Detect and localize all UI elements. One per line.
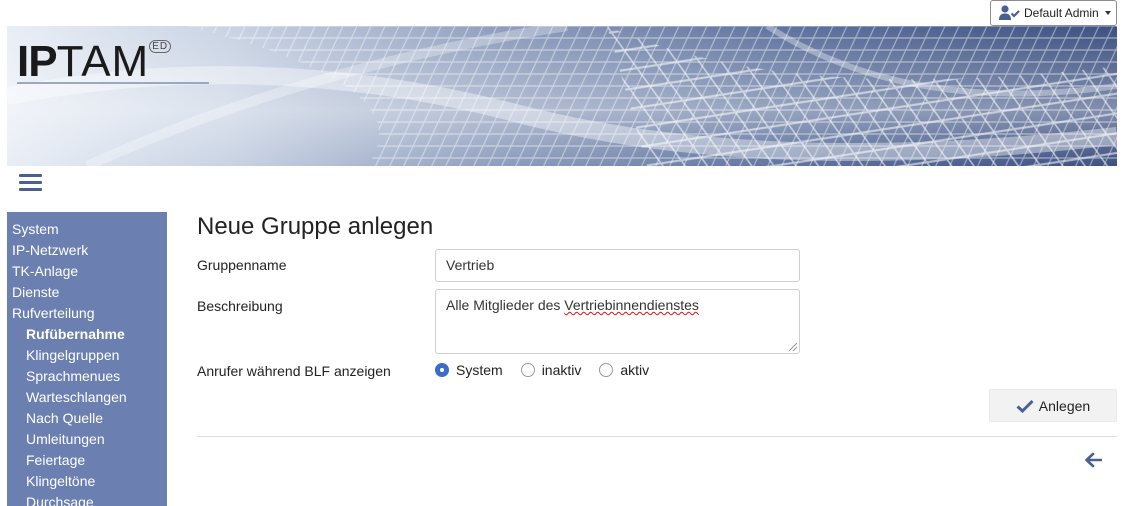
- sidebar-nav: System IP-Netzwerk TK-Anlage Dienste Rufvert…: [7, 212, 167, 506]
- sidebar-item-ip-netzwerk[interactable]: IP-Netzwerk: [7, 240, 167, 261]
- description-textarea[interactable]: Alle Mitglieder des Vertriebinnendienste…: [435, 289, 800, 354]
- create-button[interactable]: Anlegen: [989, 389, 1117, 422]
- radio-system-label: System: [456, 362, 503, 378]
- sidebar-item-tk-anlage[interactable]: TK-Anlage: [7, 261, 167, 282]
- sidebar-item-dienste[interactable]: Dienste: [7, 282, 167, 303]
- sidebar-item-feiertage[interactable]: Feiertage: [7, 450, 167, 471]
- group-name-label: Gruppenname: [197, 257, 287, 273]
- user-menu-label: Default Admin: [1024, 6, 1099, 20]
- group-name-input[interactable]: Vertrieb: [435, 249, 800, 282]
- back-arrow-icon[interactable]: [1084, 452, 1102, 468]
- sidebar-item-sprachmenues[interactable]: Sprachmenues: [7, 366, 167, 387]
- divider: [197, 436, 1117, 437]
- radio-aktiv[interactable]: aktiv: [599, 362, 649, 378]
- user-check-icon: [999, 5, 1021, 21]
- sidebar-item-warteschlangen[interactable]: Warteschlangen: [7, 387, 167, 408]
- sidebar-item-nach-quelle[interactable]: Nach Quelle: [7, 408, 167, 429]
- radio-unchecked-icon[interactable]: [520, 363, 535, 377]
- header-banner: IPTAM ED: [7, 26, 1117, 166]
- radio-unchecked-icon[interactable]: [599, 363, 614, 377]
- menu-toggle-icon[interactable]: [19, 174, 42, 192]
- radio-aktiv-label: aktiv: [620, 362, 650, 378]
- radio-inaktiv[interactable]: inaktiv: [520, 362, 582, 378]
- page-title: Neue Gruppe anlegen: [197, 213, 434, 240]
- logo-tam: TAM: [56, 37, 150, 86]
- sidebar-item-umleitungen[interactable]: Umleitungen: [7, 429, 167, 450]
- radio-system[interactable]: System: [435, 362, 503, 378]
- logo-underline: [17, 82, 209, 84]
- logo-badge: ED: [149, 40, 172, 53]
- logo-ip: IP: [17, 37, 58, 86]
- sidebar-item-durchsage[interactable]: Durchsage: [7, 492, 167, 506]
- group-name-value: Vertrieb: [446, 257, 495, 273]
- caret-down-icon: [1104, 11, 1111, 15]
- sidebar-item-klingelgruppen[interactable]: Klingelgruppen: [7, 345, 167, 366]
- description-label: Beschreibung: [197, 298, 283, 314]
- create-button-label: Anlegen: [1038, 397, 1091, 414]
- sidebar-item-rufverteilung[interactable]: Rufverteilung: [7, 303, 167, 324]
- sidebar-item-rufübernahme[interactable]: Rufübernahme: [7, 324, 167, 345]
- checkmark-icon: [1016, 399, 1034, 413]
- blf-label: Anrufer während BLF anzeigen: [197, 363, 391, 379]
- description-misspelled-word: Vertriebinnendienstes: [564, 297, 699, 313]
- description-prefix: Alle Mitglieder des: [446, 297, 565, 313]
- banner-image: [7, 26, 1117, 166]
- sidebar-item-system[interactable]: System: [7, 219, 167, 240]
- logo: IPTAM ED: [17, 37, 172, 86]
- radio-checked-icon[interactable]: [435, 363, 449, 377]
- sidebar-item-klingeltöne[interactable]: Klingeltöne: [7, 471, 167, 492]
- blf-radio-group: System inaktiv aktiv: [435, 362, 667, 378]
- radio-inaktiv-label: inaktiv: [541, 362, 582, 378]
- user-menu-button[interactable]: Default Admin: [990, 0, 1117, 26]
- resize-handle-icon[interactable]: [789, 343, 797, 351]
